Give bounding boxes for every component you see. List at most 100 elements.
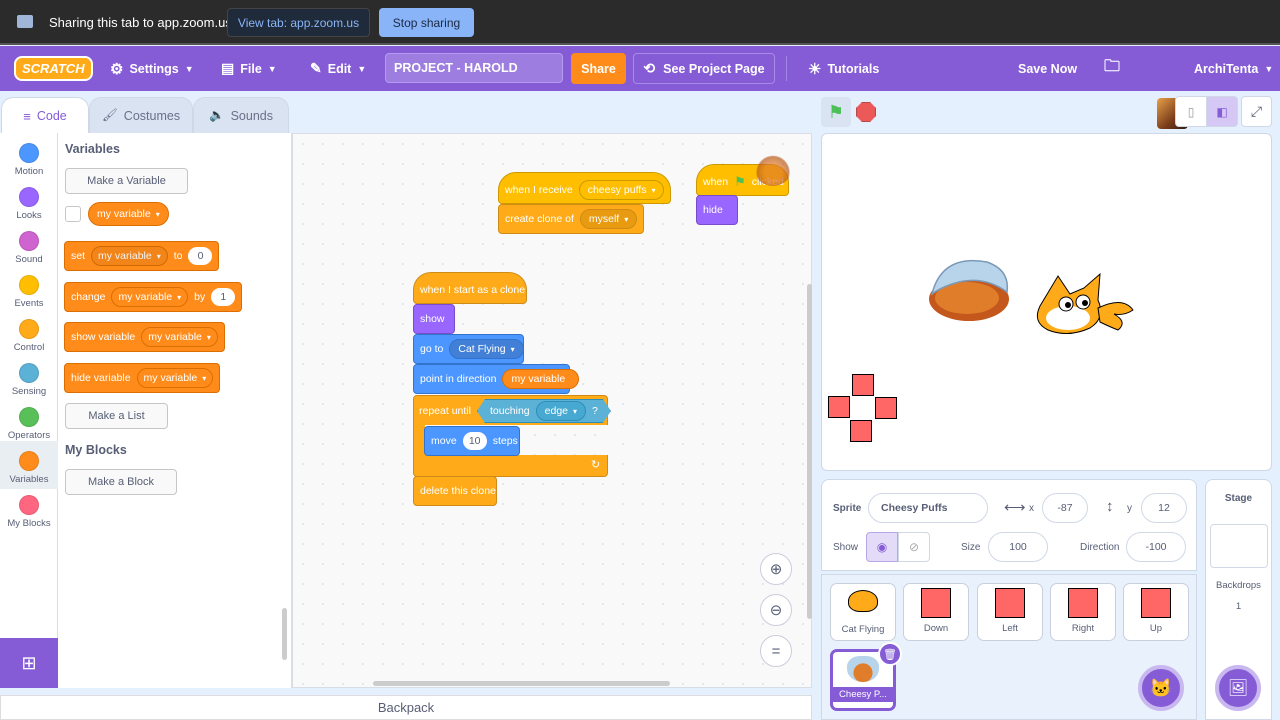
share-button[interactable]: Share <box>571 53 626 84</box>
fullscreen-button[interactable]: ⤢ <box>1241 96 1272 127</box>
tab-costumes[interactable]: 🖌 Costumes <box>89 97 193 133</box>
see-project-page-button[interactable]: ⟲ See Project Page <box>633 53 775 84</box>
stage-thumbnail[interactable] <box>1210 524 1268 568</box>
stop-button[interactable] <box>856 102 876 122</box>
change-variable-block[interactable]: change my variable by 1 <box>64 282 243 312</box>
hide-block[interactable]: hide <box>696 195 738 225</box>
touching-sensing-block[interactable]: touching edge ? <box>477 399 611 423</box>
sprite-tile-up[interactable]: Up <box>1123 583 1189 641</box>
view-tab-button[interactable]: View tab: app.zoom.us <box>227 8 370 37</box>
move-steps-input[interactable]: 10 <box>462 432 487 450</box>
palette-scrollbar[interactable] <box>282 608 287 660</box>
zoom-reset-button[interactable]: = <box>760 635 792 667</box>
show-variable-block[interactable]: show variable my variable <box>64 322 225 352</box>
show-block[interactable]: show <box>413 304 455 334</box>
motion-dot-icon <box>19 143 39 163</box>
zoom-in-button[interactable]: ⊕ <box>760 553 792 585</box>
go-to-block[interactable]: go to Cat Flying <box>413 334 524 364</box>
edit-menu[interactable]: ✎ Edit ▼ <box>310 46 366 91</box>
account-menu[interactable]: ArchiTenta ▼ <box>1194 46 1273 91</box>
small-stage-button[interactable]: ▯ <box>1175 96 1207 127</box>
set-variable-block[interactable]: set my variable to 0 <box>64 241 220 271</box>
create-clone-block[interactable]: create clone of myself <box>498 204 645 234</box>
cat-flying-sprite[interactable] <box>1028 266 1138 341</box>
delete-this-clone-block[interactable]: delete this clone <box>413 476 497 506</box>
workspace-vertical-scrollbar[interactable] <box>807 284 812 619</box>
file-menu[interactable]: ▤ File ▼ <box>221 46 277 91</box>
backpack-bar[interactable]: Backpack <box>0 695 812 720</box>
sprite-tile-right[interactable]: Right <box>1050 583 1116 641</box>
category-my-blocks[interactable]: My Blocks <box>0 489 58 533</box>
category-motion[interactable]: Motion <box>0 137 58 181</box>
category-looks[interactable]: Looks <box>0 181 58 225</box>
sprite-list: Cat Flying Down Left Right Up Cheesy P..… <box>821 574 1197 720</box>
variable-dropdown[interactable]: my variable <box>136 368 214 388</box>
cheesy-puffs-sprite[interactable] <box>922 254 1017 329</box>
point-in-direction-block[interactable]: point in direction my variable <box>413 364 580 394</box>
category-operators[interactable]: Operators <box>0 401 58 445</box>
left-arrow-sprite[interactable] <box>828 396 850 418</box>
direction-variable-reporter[interactable]: my variable <box>502 369 580 389</box>
zoom-out-button[interactable]: ⊖ <box>760 594 792 626</box>
move-steps-block[interactable]: move 10 steps <box>424 426 520 456</box>
touching-dropdown[interactable]: edge <box>536 401 586 421</box>
my-stuff-folder-icon[interactable]: 🗀 <box>1104 46 1120 91</box>
right-arrow-sprite[interactable] <box>875 397 897 419</box>
message-dropdown[interactable]: cheesy puffs <box>578 180 665 200</box>
clone-target-dropdown[interactable]: myself <box>579 209 638 229</box>
direction-input[interactable]: -100 <box>1126 532 1186 562</box>
variable-checkbox[interactable] <box>65 206 81 222</box>
y-position-input[interactable]: 12 <box>1141 493 1187 523</box>
x-position-input[interactable]: -87 <box>1042 493 1088 523</box>
category-variables[interactable]: Variables <box>0 441 58 489</box>
sprite-tile-cat-flying[interactable]: Cat Flying <box>830 583 896 641</box>
gear-icon: ⚙ <box>110 60 124 78</box>
when-i-receive-block[interactable]: when I receive cheesy puffs <box>498 172 672 204</box>
choose-backdrop-button[interactable]: 🖼 <box>1215 665 1261 711</box>
sprite-tile-down[interactable]: Down <box>903 583 969 641</box>
make-variable-button[interactable]: Make a Variable <box>65 168 188 194</box>
delete-sprite-button[interactable]: 🗑 <box>878 642 902 666</box>
large-stage-button[interactable]: ◧ <box>1206 96 1238 127</box>
variable-dropdown[interactable]: my variable <box>111 287 189 307</box>
tab-sounds[interactable]: 🔈 Sounds <box>193 97 289 133</box>
stop-sharing-button[interactable]: Stop sharing <box>379 8 474 37</box>
stage-canvas[interactable] <box>821 133 1272 471</box>
sprite-tile-left[interactable]: Left <box>977 583 1043 641</box>
category-sound[interactable]: Sound <box>0 225 58 269</box>
hide-sprite-button[interactable]: ⊘ <box>898 532 930 562</box>
tab-code[interactable]: ≡ Code <box>1 97 89 134</box>
save-now-button[interactable]: Save Now <box>1018 46 1077 91</box>
backdrops-label: Backdrops <box>1216 580 1261 591</box>
category-control[interactable]: Control <box>0 313 58 357</box>
green-flag-button[interactable]: ⚑ <box>821 97 851 127</box>
choose-sprite-button[interactable]: 🐱 <box>1138 665 1184 711</box>
script-workspace[interactable]: when I receive cheesy puffs create clone… <box>292 133 812 688</box>
sprite-name-input[interactable]: Cheesy Puffs <box>868 493 988 523</box>
category-events[interactable]: Events <box>0 269 58 313</box>
size-input[interactable]: 100 <box>988 532 1048 562</box>
stage-target-panel[interactable]: Stage Backdrops 1 🖼 <box>1205 479 1272 720</box>
set-value-input[interactable]: 0 <box>188 247 213 265</box>
settings-menu[interactable]: ⚙ Settings ▼ <box>110 46 194 91</box>
when-i-start-as-clone-block[interactable]: when I start as a clone <box>413 272 527 304</box>
sharing-text: Sharing this tab to app.zoom.us <box>49 15 232 30</box>
hide-variable-block[interactable]: hide variable my variable <box>64 363 221 393</box>
down-arrow-sprite[interactable] <box>850 420 872 442</box>
zoom-share-bar: Sharing this tab to app.zoom.us View tab… <box>0 0 1280 45</box>
variable-dropdown[interactable]: my variable <box>91 246 168 266</box>
scratch-logo[interactable]: SCRATCH <box>14 46 93 91</box>
make-block-button[interactable]: Make a Block <box>65 469 177 495</box>
variable-dropdown[interactable]: my variable <box>141 327 218 347</box>
category-sensing[interactable]: Sensing <box>0 357 58 401</box>
add-extension-button[interactable]: ⊞ <box>0 638 58 688</box>
project-title-input[interactable]: PROJECT - HAROLD <box>385 53 563 83</box>
up-arrow-sprite[interactable] <box>852 374 874 396</box>
tutorials-button[interactable]: ☀ Tutorials <box>808 46 879 91</box>
change-value-input[interactable]: 1 <box>211 288 236 306</box>
workspace-horizontal-scrollbar[interactable] <box>373 681 670 686</box>
show-sprite-button[interactable]: ◉ <box>866 532 898 562</box>
go-to-dropdown[interactable]: Cat Flying <box>449 339 524 359</box>
variable-reporter[interactable]: my variable <box>88 202 169 226</box>
make-list-button[interactable]: Make a List <box>65 403 168 429</box>
